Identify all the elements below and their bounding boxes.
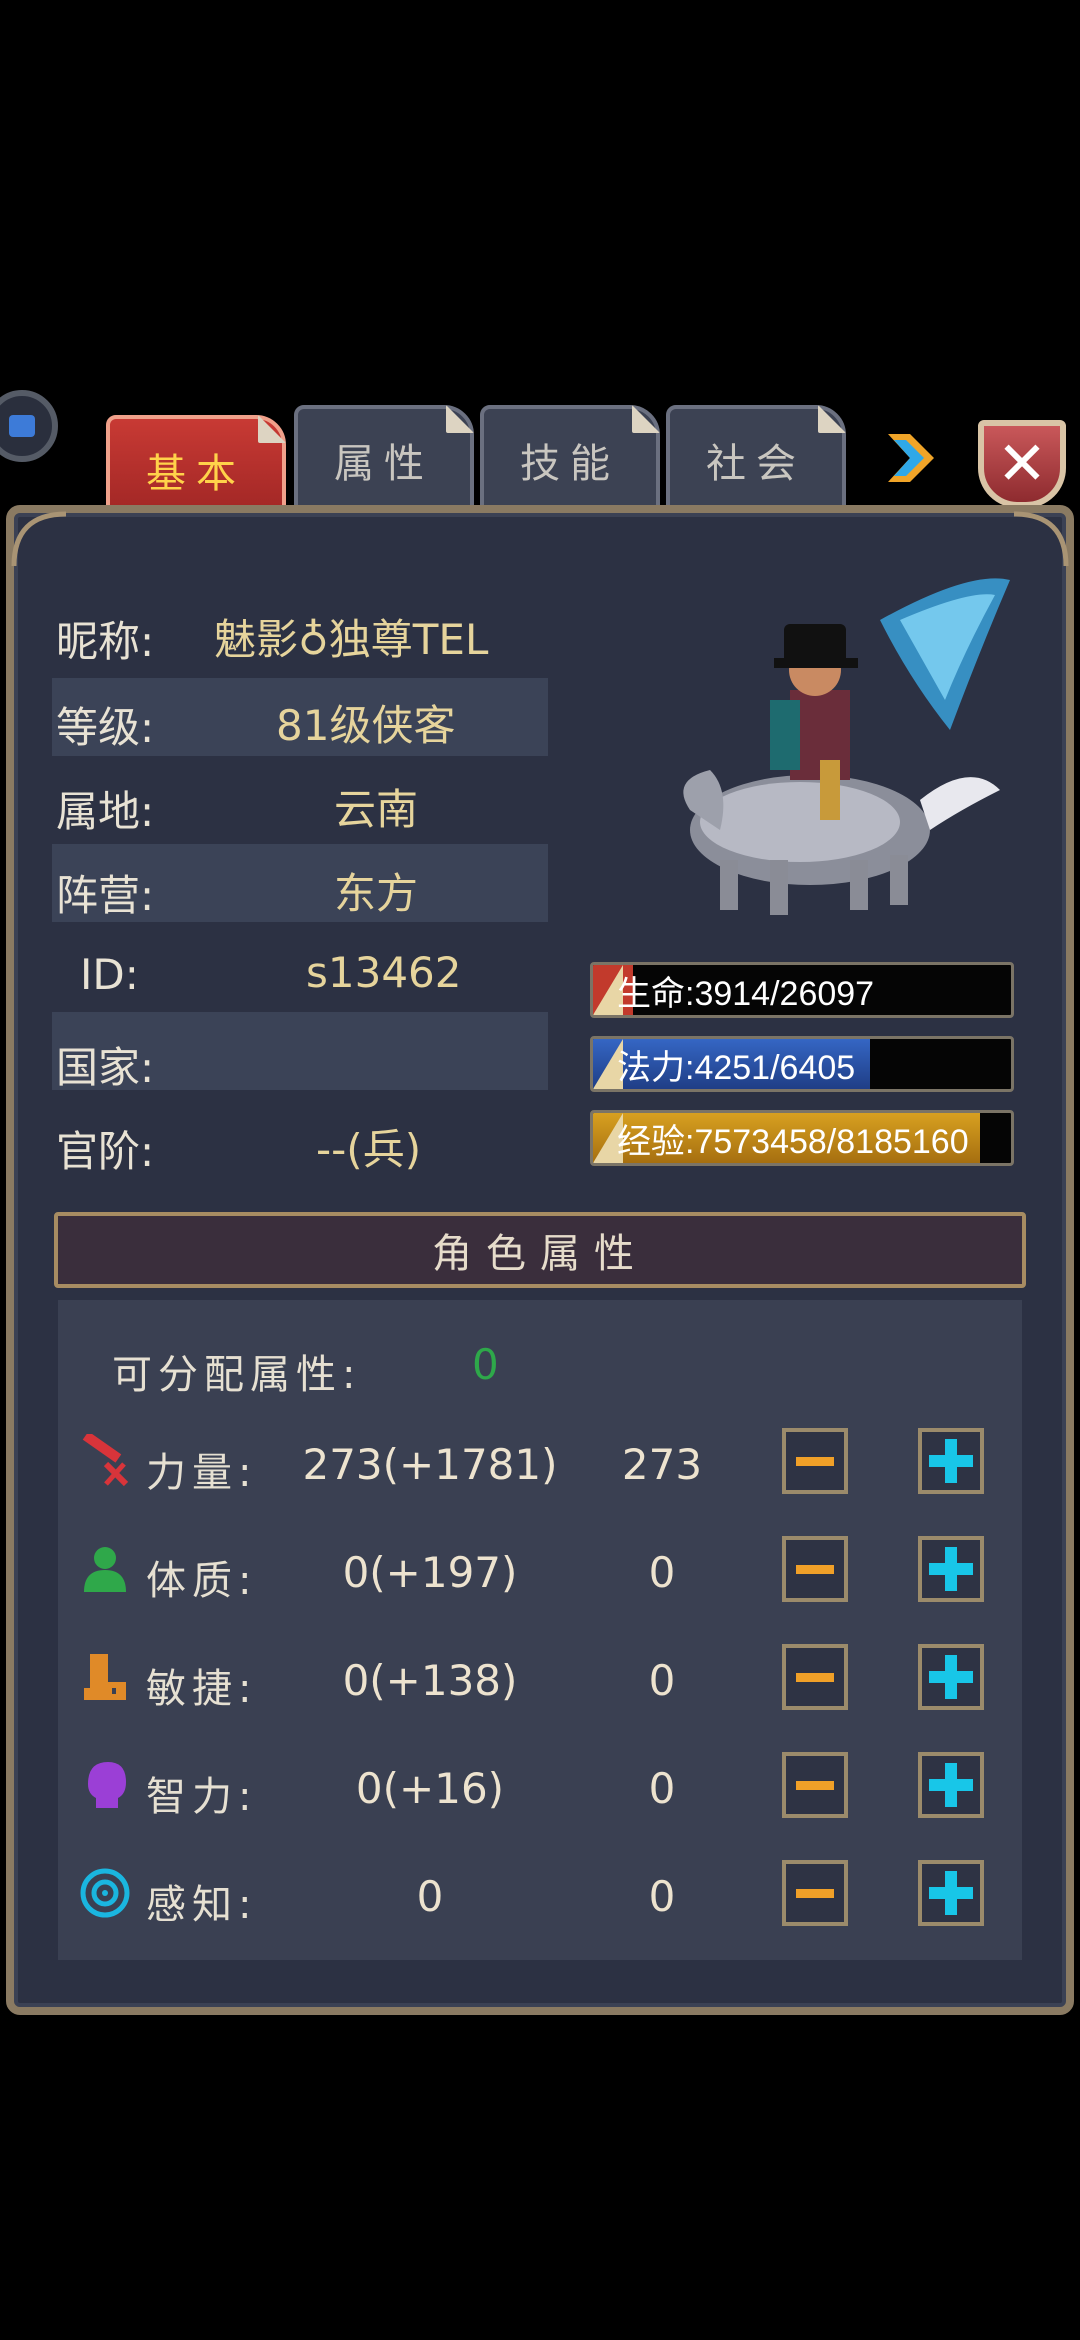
increase-constitution-button[interactable] [918, 1536, 984, 1602]
level-label: 等级: [56, 703, 155, 752]
region-label: 属地: [56, 787, 155, 836]
tab-skills[interactable]: 技能 [480, 405, 660, 515]
stat-label-strength: 力量: [146, 1450, 258, 1496]
increase-agility-button[interactable] [918, 1644, 984, 1710]
plus-icon [929, 1763, 973, 1807]
hp-bar-text: 生命:3914/26097 [617, 974, 875, 1013]
person-icon [78, 1542, 132, 1596]
stat-value-constitution: 0(+197) [342, 1548, 518, 1597]
chat-icon [9, 415, 35, 437]
id-value: s13462 [306, 948, 462, 997]
country-label: 国家: [56, 1043, 155, 1092]
head-icon [78, 1758, 132, 1812]
tab-social[interactable]: 社会 [666, 405, 846, 515]
section-header: 角色属性 [54, 1212, 1026, 1288]
level-value: 81级侠客 [276, 701, 456, 750]
stat-alloc-constitution: 0 [648, 1548, 676, 1597]
increase-perception-button[interactable] [918, 1860, 984, 1926]
nickname-label: 昵称: [56, 617, 155, 666]
boot-icon [78, 1650, 132, 1704]
decrease-constitution-button[interactable] [782, 1536, 848, 1602]
tab-corner-fold [446, 405, 474, 433]
rank-label: 官阶: [56, 1127, 155, 1176]
id-label: ID: [80, 950, 139, 999]
stat-alloc-agility: 0 [648, 1656, 676, 1705]
stat-value-intelligence: 0(+16) [355, 1764, 505, 1813]
increase-strength-button[interactable] [918, 1428, 984, 1494]
hp-bar: 生命:3914/26097 [590, 962, 1014, 1018]
decrease-strength-button[interactable] [782, 1428, 848, 1494]
minus-icon [796, 1780, 834, 1790]
stat-label-intelligence: 智力: [146, 1774, 258, 1820]
mp-bar-text: 法力:4251/6405 [617, 1048, 856, 1087]
tab-corner-fold [818, 405, 846, 433]
faction-value: 东方 [334, 869, 419, 918]
character-sprite [683, 578, 1010, 915]
minus-icon [796, 1564, 834, 1574]
increase-intelligence-button[interactable] [918, 1752, 984, 1818]
free-points-label: 可分配属性: [112, 1352, 362, 1398]
mp-bar: 法力:4251/6405 [590, 1036, 1014, 1092]
close-button[interactable]: ✕ [978, 420, 1066, 508]
region-value: 云南 [334, 785, 419, 834]
stat-label-constitution: 体质: [146, 1558, 258, 1604]
sword-icon [78, 1431, 132, 1488]
rank-value: --(兵) [316, 1125, 422, 1174]
free-points-value: 0 [472, 1340, 499, 1389]
close-icon: ✕ [996, 429, 1048, 499]
plus-icon [929, 1547, 973, 1591]
exp-bar: 经验:7573458/8185160 [590, 1110, 1014, 1166]
decrease-agility-button[interactable] [782, 1644, 848, 1710]
tab-attributes[interactable]: 属性 [294, 405, 474, 515]
minus-icon [796, 1672, 834, 1682]
stat-alloc-perception: 0 [648, 1872, 676, 1921]
plus-icon [929, 1655, 973, 1699]
tab-corner-fold [258, 415, 286, 443]
nickname-value: 魅影♁独尊TEL [214, 615, 489, 664]
stat-alloc-strength: 273 [621, 1440, 703, 1489]
faction-label: 阵营: [56, 871, 155, 920]
stat-value-agility: 0(+138) [342, 1656, 518, 1705]
next-arrow-icon[interactable] [880, 428, 940, 488]
stat-label-perception: 感知: [146, 1882, 258, 1928]
stat-value-perception: 0 [416, 1872, 444, 1921]
stat-label-agility: 敏捷: [146, 1666, 258, 1712]
plus-icon [929, 1871, 973, 1915]
panel-corner-ornament [11, 511, 67, 567]
exp-bar-text: 经验:7573458/8185160 [617, 1122, 969, 1161]
panel-corner-ornament [1013, 511, 1069, 567]
tab-corner-fold [632, 405, 660, 433]
side-float-button[interactable] [0, 390, 58, 462]
minus-icon [796, 1456, 834, 1466]
decrease-perception-button[interactable] [782, 1860, 848, 1926]
target-icon [78, 1866, 132, 1920]
stat-value-strength: 273(+1781) [302, 1440, 558, 1489]
stat-alloc-intelligence: 0 [648, 1764, 676, 1813]
minus-icon [796, 1888, 834, 1898]
section-title: 角色属性 [432, 1231, 648, 1277]
decrease-intelligence-button[interactable] [782, 1752, 848, 1818]
plus-icon [929, 1439, 973, 1483]
